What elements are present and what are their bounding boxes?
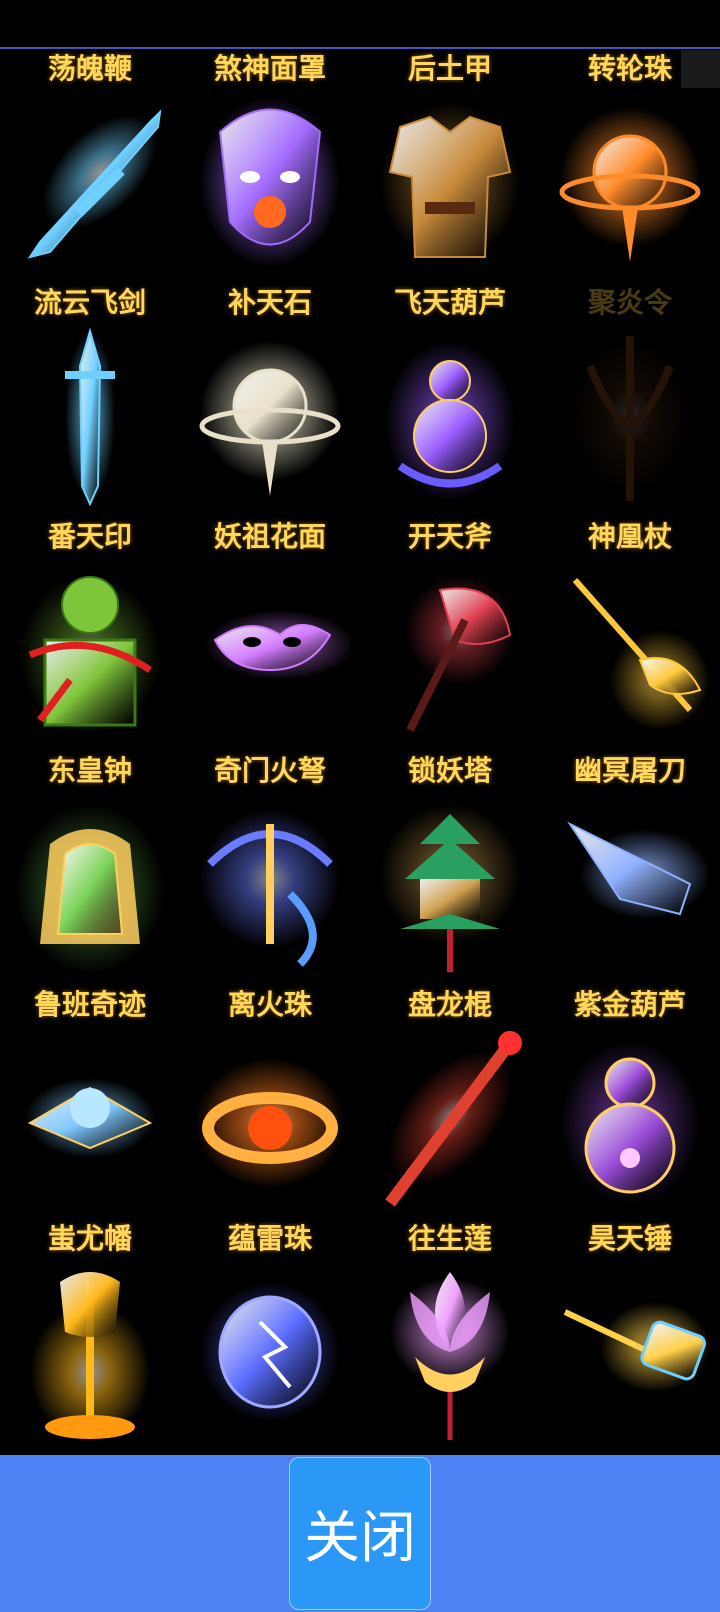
treasure-slot[interactable]: 往生莲 bbox=[360, 1220, 540, 1454]
treasure-slot[interactable]: 妖祖花面 bbox=[180, 518, 360, 752]
treasure-slot[interactable]: 奇门火弩 bbox=[180, 752, 360, 986]
treasure-name: 离火珠 bbox=[227, 988, 312, 1021]
treasure-slot[interactable]: 后土甲 bbox=[360, 50, 540, 284]
treasure-name: 煞神面罩 bbox=[213, 52, 326, 85]
treasure-name: 荡魄鞭 bbox=[47, 52, 132, 85]
treasure-slot[interactable]: 昊天锤 bbox=[540, 1220, 720, 1454]
bell-icon bbox=[10, 794, 170, 974]
treasure-slot[interactable]: 番天印 bbox=[0, 518, 180, 752]
treasure-slot[interactable]: 神凰杖 bbox=[540, 518, 720, 752]
armor-icon bbox=[370, 92, 530, 272]
crossbow-icon bbox=[190, 794, 350, 974]
treasure-name: 飞天葫芦 bbox=[393, 286, 506, 319]
treasure-name: 锁妖塔 bbox=[407, 754, 492, 787]
treasure-name: 奇门火弩 bbox=[213, 754, 326, 787]
treasure-slot[interactable]: 鲁班奇迹 bbox=[0, 986, 180, 1220]
treasure-slot[interactable]: 东皇钟 bbox=[0, 752, 180, 986]
treasure-name: 神凰杖 bbox=[587, 520, 672, 553]
treasure-name: 紫金葫芦 bbox=[573, 988, 686, 1021]
flower-mask-icon bbox=[190, 560, 350, 740]
treasure-name: 妖祖花面 bbox=[213, 520, 326, 553]
treasure-slot[interactable]: 流云飞剑 bbox=[0, 284, 180, 518]
whip-icon bbox=[10, 92, 170, 272]
treasure-name: 流云飞剑 bbox=[33, 286, 146, 319]
blade-icon bbox=[550, 794, 710, 974]
flying-sword-icon bbox=[10, 326, 170, 506]
purple-gourd-icon bbox=[550, 1028, 710, 1208]
pagoda-icon bbox=[370, 794, 530, 974]
treasure-slot[interactable]: 紫金葫芦 bbox=[540, 986, 720, 1220]
treasure-name: 往生莲 bbox=[407, 1222, 492, 1255]
treasure-slot[interactable]: 盘龙棍 bbox=[360, 986, 540, 1220]
treasure-slot[interactable]: 荡魄鞭 bbox=[0, 50, 180, 284]
wheel-orb-icon bbox=[550, 92, 710, 272]
treasure-slot[interactable]: 补天石 bbox=[180, 284, 360, 518]
treasure-name: 盘龙棍 bbox=[407, 988, 492, 1021]
axe-icon bbox=[370, 560, 530, 740]
treasure-name: 昊天锤 bbox=[587, 1222, 672, 1255]
jade-seal-icon bbox=[10, 560, 170, 740]
thunder-orb-icon bbox=[190, 1262, 350, 1442]
treasure-slot[interactable]: 开天斧 bbox=[360, 518, 540, 752]
treasure-slot[interactable]: 离火珠 bbox=[180, 986, 360, 1220]
demon-mask-icon bbox=[190, 92, 350, 272]
treasure-name: 转轮珠 bbox=[587, 52, 672, 85]
treasure-slot[interactable]: 飞天葫芦 bbox=[360, 284, 540, 518]
gourd-icon bbox=[370, 326, 530, 506]
treasure-name: 开天斧 bbox=[407, 520, 492, 553]
phoenix-staff-icon bbox=[550, 560, 710, 740]
treasure-grid: 荡魄鞭 煞神面罩 后土甲 转轮珠流云飞剑 补天石 飞天葫芦 聚炎令番天印 妖祖花面 开天斧 神凰杖… bbox=[0, 50, 720, 1455]
treasure-name: 鲁班奇迹 bbox=[33, 988, 146, 1021]
treasure-name: 蚩尤幡 bbox=[47, 1222, 132, 1255]
corner-overlay bbox=[681, 50, 720, 88]
lotus-icon bbox=[370, 1262, 530, 1442]
treasure-name: 后土甲 bbox=[407, 52, 492, 85]
banner-icon bbox=[10, 1262, 170, 1442]
flame-token-icon bbox=[550, 326, 710, 506]
treasure-slot[interactable]: 幽冥屠刀 bbox=[540, 752, 720, 986]
sky-stone-icon bbox=[190, 326, 350, 506]
treasure-slot[interactable]: 蚩尤幡 bbox=[0, 1220, 180, 1454]
treasure-slot[interactable]: 聚炎令 bbox=[540, 284, 720, 518]
hammer-icon bbox=[550, 1262, 710, 1442]
treasure-slot[interactable]: 蕴雷珠 bbox=[180, 1220, 360, 1454]
top-divider bbox=[0, 47, 720, 49]
gadget-icon bbox=[10, 1028, 170, 1208]
treasure-slot[interactable]: 锁妖塔 bbox=[360, 752, 540, 986]
dragon-staff-icon bbox=[370, 1028, 530, 1208]
treasure-slot[interactable]: 煞神面罩 bbox=[180, 50, 360, 284]
fire-orb-icon bbox=[190, 1028, 350, 1208]
treasure-name: 番天印 bbox=[47, 520, 132, 553]
treasure-name: 聚炎令 bbox=[587, 286, 672, 319]
treasure-name: 补天石 bbox=[227, 286, 312, 319]
close-button[interactable]: 关闭 bbox=[289, 1457, 431, 1610]
treasure-name: 幽冥屠刀 bbox=[573, 754, 686, 787]
top-bar bbox=[0, 0, 720, 48]
treasure-name: 东皇钟 bbox=[47, 754, 132, 787]
treasure-name: 蕴雷珠 bbox=[227, 1222, 312, 1255]
